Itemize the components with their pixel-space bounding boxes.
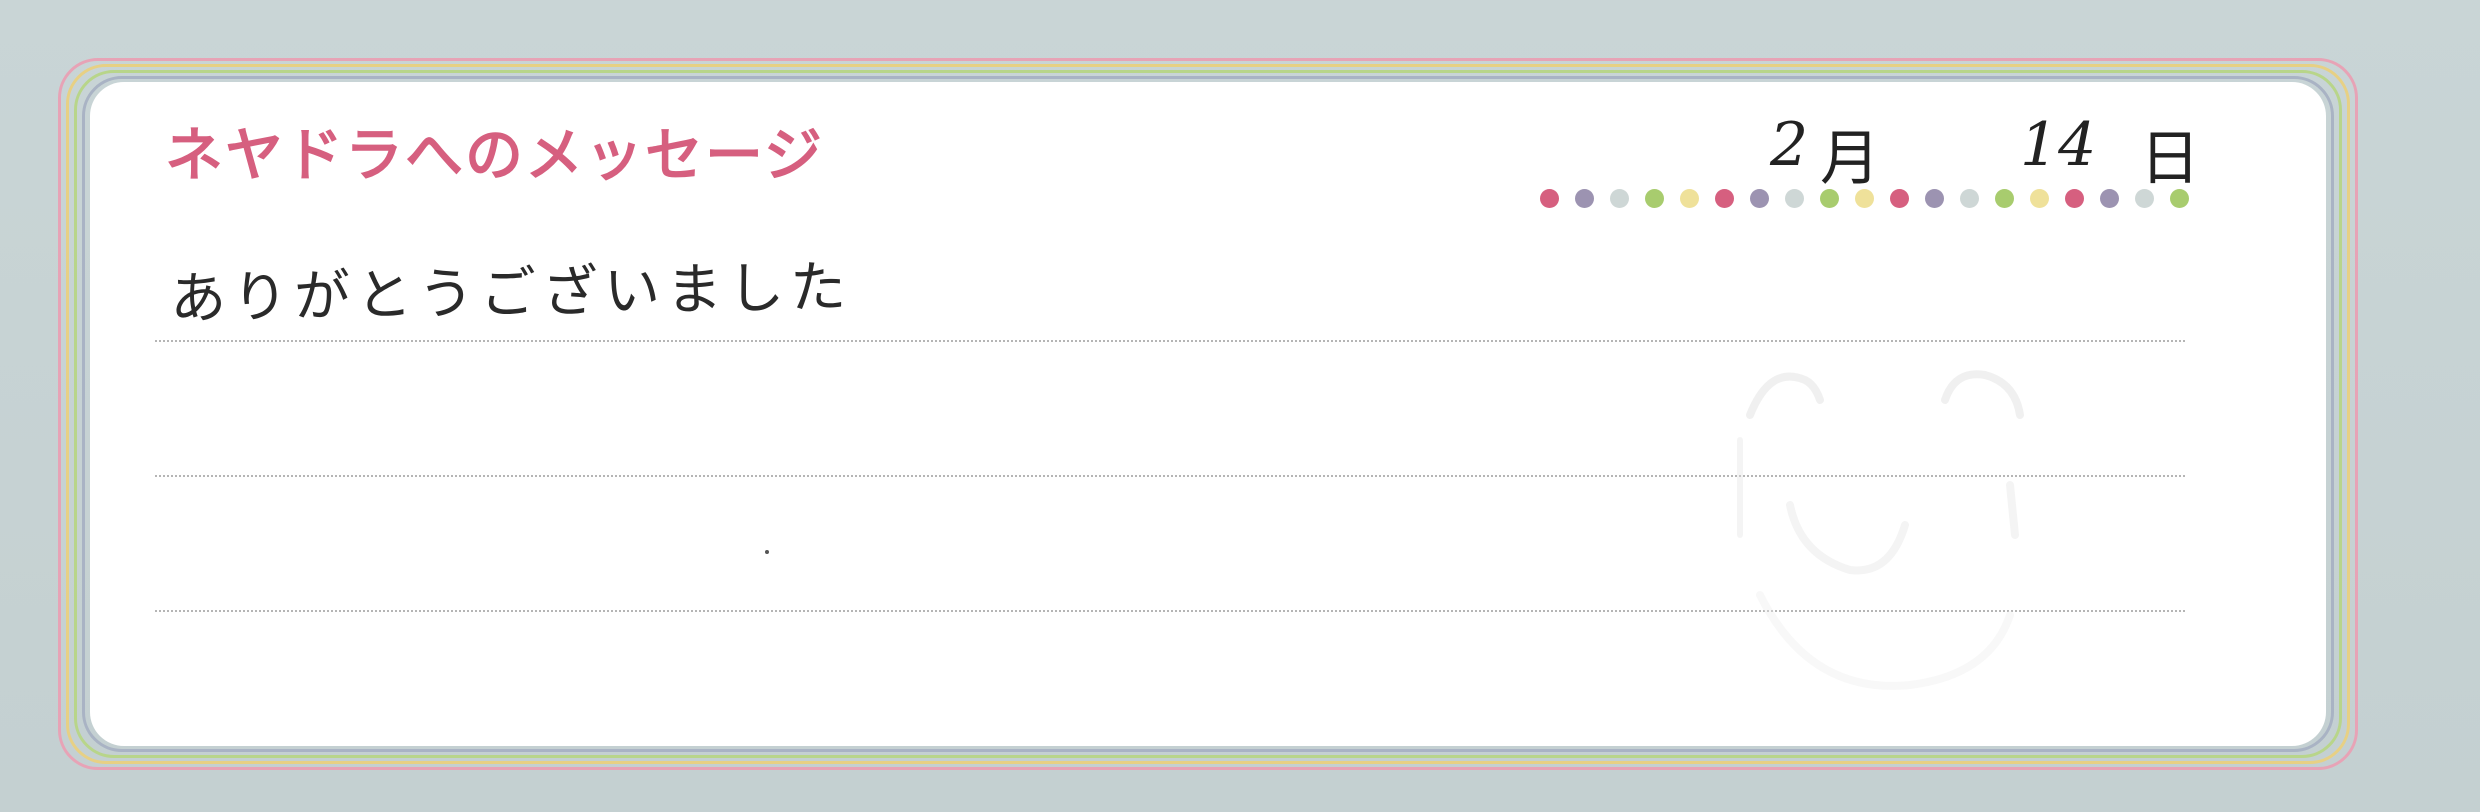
date-day-label: 日	[2140, 124, 2200, 194]
decorative-dot	[1925, 189, 1944, 208]
decorative-dot	[2135, 189, 2154, 208]
handwritten-message: ありがとうございました	[169, 255, 853, 332]
ink-speck	[765, 550, 769, 554]
decorative-dot	[1680, 189, 1699, 208]
date-day: 14	[2020, 110, 2097, 180]
decorative-dot	[2100, 189, 2119, 208]
decorative-dot	[2030, 189, 2049, 208]
decorative-dot	[1645, 189, 1664, 208]
decorative-dot	[1960, 189, 1979, 208]
writing-line	[155, 340, 2185, 342]
decorative-dot	[2065, 189, 2084, 208]
decorative-dot	[1540, 189, 1559, 208]
decorative-dot	[1820, 189, 1839, 208]
smiley-face-icon	[1737, 370, 2024, 690]
decorative-dot	[1750, 189, 1769, 208]
dot-divider	[1540, 189, 2189, 208]
decorative-dot	[1995, 189, 2014, 208]
date-month-label: 月	[1820, 124, 1880, 194]
card-heading: ネヤドラへのメッセージ	[165, 121, 824, 189]
decorative-dot	[1610, 189, 1629, 208]
decorative-dot	[2170, 189, 2189, 208]
date-month: 2	[1770, 110, 1809, 180]
decorative-dot	[1890, 189, 1909, 208]
decorative-dot	[1785, 189, 1804, 208]
decorative-dot	[1855, 189, 1874, 208]
decorative-dot	[1575, 189, 1594, 208]
decorative-dot	[1715, 189, 1734, 208]
